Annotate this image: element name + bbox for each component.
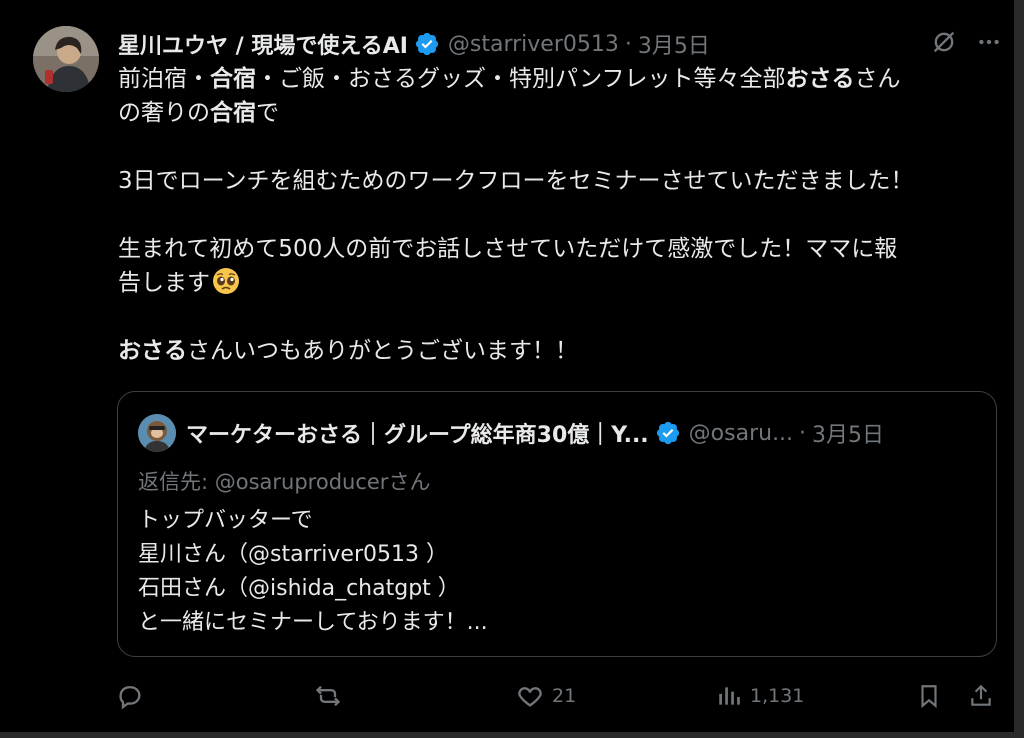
text-segment: ・ご飯・おさるグッズ・特別パンフレット等々全部 xyxy=(256,66,786,92)
text-segment: の奢りの xyxy=(118,100,210,126)
tweet-line-1: 前泊宿・合宿・ご飯・おさるグッズ・特別パンフレット等々全部おさるさん xyxy=(118,62,998,96)
reply-icon xyxy=(119,686,141,710)
quoted-tweet-text: トップバッターで 星川さん（@starriver0513 ） 石田さん（@ish… xyxy=(138,504,488,640)
reply-button[interactable] xyxy=(116,682,152,710)
separator-dot: · xyxy=(624,31,632,57)
quoted-line: 石田さん（@ishida_chatgpt ） xyxy=(138,576,460,601)
like-button[interactable]: 21 xyxy=(516,682,576,710)
replying-to-label: 返信先: @osaruproducerさん xyxy=(138,470,431,494)
tweet-paragraph-3-line-1: 生まれて初めて500人の前でお話しさせていただけて感激でした！ママに報 xyxy=(118,236,898,262)
tweet-line-2: の奢りの合宿で xyxy=(118,96,998,130)
more-options-icon[interactable] xyxy=(976,29,1002,55)
heart-icon xyxy=(518,687,542,707)
retweet-button[interactable] xyxy=(313,682,351,710)
views-icon xyxy=(719,687,740,705)
bold-segment: おさる xyxy=(118,338,187,364)
quoted-line: トップバッターで xyxy=(138,508,313,533)
share-icon xyxy=(971,684,991,706)
quoted-author-avatar[interactable] xyxy=(138,414,176,452)
text-segment: で xyxy=(256,100,279,126)
share-button[interactable] xyxy=(968,682,994,710)
views-count: 1,131 xyxy=(750,685,805,707)
quoted-author-display-name[interactable]: マーケターおさる｜グループ総年商30億｜Y... xyxy=(186,417,649,449)
views-button[interactable]: 1,131 xyxy=(716,682,804,710)
tweet-action-bar: 21 1,131 xyxy=(116,678,996,718)
header-actions xyxy=(930,28,1002,56)
tweet-screenshot: 星川ユウヤ / 現場で使えるAI @starriver0513 · 3月5日 前… xyxy=(0,0,1024,738)
grok-icon[interactable] xyxy=(930,28,958,56)
text-segment: 告します xyxy=(118,270,210,296)
author-avatar[interactable] xyxy=(33,26,99,92)
verified-badge-icon xyxy=(414,31,440,57)
bold-segment: 合宿 xyxy=(210,66,256,92)
text-segment: 前泊宿・ xyxy=(118,66,210,92)
quoted-line: と一緒にセミナーしております！... xyxy=(138,610,488,635)
window-edge xyxy=(0,732,1024,738)
text-segment: さん xyxy=(854,66,901,92)
author-handle[interactable]: @starriver0513 xyxy=(448,32,619,57)
author-display-name[interactable]: 星川ユウヤ / 現場で使えるAI xyxy=(118,28,408,60)
bookmark-icon xyxy=(921,685,937,709)
tweet-paragraph-2: 3日でローンチを組むためのワークフローをセミナーさせていただきました！ xyxy=(118,168,914,194)
tweet-header: 星川ユウヤ / 現場で使えるAI @starriver0513 · 3月5日 xyxy=(118,28,710,60)
window-edge xyxy=(1014,0,1024,738)
bold-segment: 合宿 xyxy=(210,100,256,126)
quoted-line: 星川さん（@starriver0513 ） xyxy=(138,542,448,567)
tweet-paragraph-4: おさるさんいつもありがとうございます！！ xyxy=(118,334,998,368)
tweet-paragraph-3-line-2: 告します xyxy=(118,266,998,300)
verified-badge-icon xyxy=(655,420,681,446)
bold-segment: おさる xyxy=(785,66,855,92)
text-segment: さんいつもありがとうございます！！ xyxy=(187,338,578,364)
retweet-icon xyxy=(315,685,341,707)
quoted-tweet-card[interactable]: マーケターおさる｜グループ総年商30億｜Y... @osaru... · 3月5… xyxy=(117,391,997,657)
like-count: 21 xyxy=(552,685,577,707)
pleading-face-emoji-icon xyxy=(212,267,240,295)
quoted-tweet-header: マーケターおさる｜グループ総年商30億｜Y... @osaru... · 3月5… xyxy=(186,417,884,449)
quoted-author-handle[interactable]: @osaru... xyxy=(689,421,793,446)
quoted-tweet-date[interactable]: 3月5日 xyxy=(812,417,884,449)
tweet-text: 前泊宿・合宿・ご飯・おさるグッズ・特別パンフレット等々全部おさるさん の奢りの合… xyxy=(118,62,998,368)
separator-dot: · xyxy=(799,420,807,446)
bookmark-button[interactable] xyxy=(916,682,942,710)
tweet-date[interactable]: 3月5日 xyxy=(638,28,710,60)
